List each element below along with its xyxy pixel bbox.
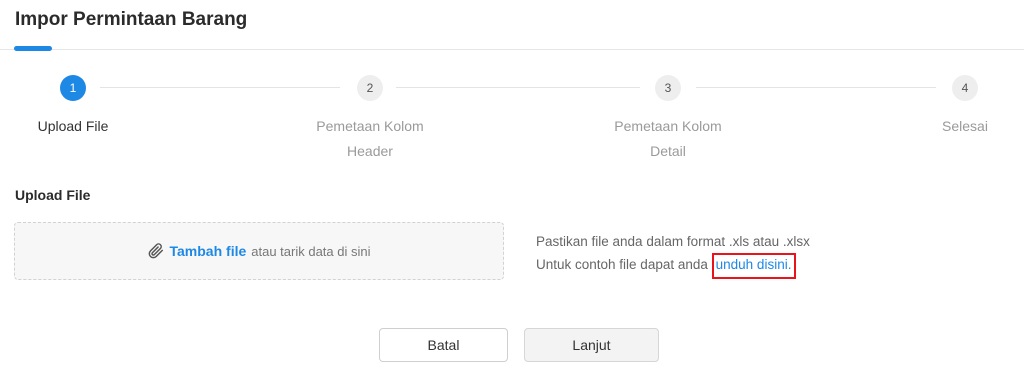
file-dropzone[interactable]: Tambah file atau tarik data di sini: [14, 222, 504, 280]
step-label: Upload File: [37, 118, 109, 134]
next-button[interactable]: Lanjut: [524, 328, 659, 362]
step-2: 2 Pemetaan Kolom Header: [280, 72, 460, 164]
step-1: 1 Upload File: [0, 72, 163, 139]
step-3: 3 Pemetaan Kolom Detail: [578, 72, 758, 164]
step-4: 4 Selesai: [875, 72, 1024, 139]
drag-hint: atau tarik data di sini: [251, 243, 371, 259]
format-hint: Pastikan file anda dalam format .xls ata…: [536, 234, 810, 249]
step-number: 3: [655, 75, 681, 101]
stepper: 1 Upload File 2 Pemetaan Kolom Header 3 …: [0, 72, 1024, 162]
step-number: 1: [60, 75, 86, 101]
page-header: Impor Permintaan Barang: [0, 0, 1024, 51]
page-title: Impor Permintaan Barang: [15, 9, 248, 30]
add-file-link[interactable]: Tambah file: [170, 243, 247, 259]
step-label: Pemetaan Kolom Detail: [614, 118, 722, 159]
paperclip-icon: [148, 243, 164, 259]
title-underline: [14, 46, 52, 51]
step-label: Pemetaan Kolom Header: [316, 118, 424, 159]
step-number: 2: [357, 75, 383, 101]
sample-file-hint: Untuk contoh file dapat anda unduh disin…: [536, 253, 810, 279]
upload-section-title: Upload File: [15, 187, 91, 203]
format-info: Pastikan file anda dalam format .xls ata…: [536, 230, 810, 279]
cancel-button[interactable]: Batal: [379, 328, 508, 362]
step-label: Selesai: [942, 118, 988, 134]
download-sample-link[interactable]: unduh disini.: [711, 253, 797, 279]
step-number: 4: [952, 75, 978, 101]
